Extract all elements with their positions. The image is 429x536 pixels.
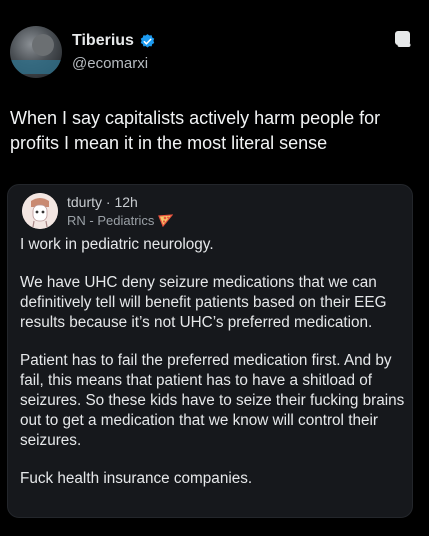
author-name-row[interactable]: Tiberius (72, 32, 156, 50)
avatar-face (32, 34, 54, 56)
quoted-post-body: I work in pediatric neurology. We have U… (20, 235, 406, 507)
quoted-author-line: tdurty · 12h (67, 194, 138, 210)
body-paragraph: Fuck health insurance companies. (20, 470, 253, 487)
verified-badge-icon (140, 33, 155, 48)
post-text: When I say capitalists actively harm peo… (10, 108, 381, 153)
body-paragraph: Patient has to fail the preferred medica… (20, 352, 405, 449)
author-name[interactable]: Tiberius (72, 32, 134, 50)
quoted-username[interactable]: tdurty (67, 194, 102, 210)
body-paragraph: We have UHC deny seizure medications tha… (20, 274, 387, 331)
author-avatar[interactable] (10, 26, 62, 78)
post-screen: Tiberius @ecomarxi When I say capitalist… (0, 0, 429, 536)
quoted-post-card[interactable]: tdurty · 12h RN - Pediatrics I work in p… (7, 184, 413, 518)
dot-separator: · (105, 194, 111, 210)
more-options-icon[interactable] (393, 30, 413, 48)
cartoon-avatar-icon (22, 193, 58, 229)
author-handle[interactable]: @ecomarxi (72, 55, 148, 72)
pizza-flair-icon (158, 214, 174, 227)
post-time: 12h (114, 194, 138, 210)
flair-text: RN - Pediatrics (67, 213, 155, 228)
body-paragraph: I work in pediatric neurology. (20, 236, 214, 253)
quoted-author-avatar[interactable] (22, 193, 58, 229)
avatar-band (10, 60, 62, 74)
user-flair: RN - Pediatrics (67, 213, 174, 228)
